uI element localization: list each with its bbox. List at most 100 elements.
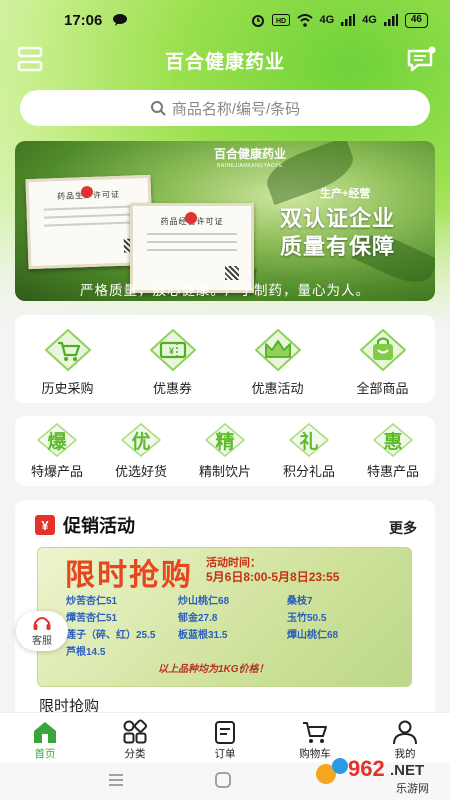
chat-notification-icon [113, 14, 128, 26]
customer-service-label: 客服 [32, 636, 52, 647]
quick-menu-label: 历史采购 [41, 381, 94, 396]
flash-time-value: 5月6日8:00-5月8日23:55 [206, 570, 340, 584]
flash-item: 桑枝7 [287, 596, 313, 607]
flash-item: 燀苦杏仁51 [66, 613, 118, 624]
qr-code-icon [225, 266, 239, 280]
category-label: 优选好货 [114, 464, 167, 479]
promo-section: ¥ 促销活动 更多 限时抢购 活动时间： 5月6日8:00-5月8日23:55 … [15, 500, 435, 730]
recent-apps-icon[interactable] [107, 771, 125, 789]
category-char: 礼 [299, 431, 319, 453]
quick-menu-activity[interactable]: 优惠活动 [225, 315, 330, 403]
category-badge: 礼 [288, 423, 330, 457]
search-icon [150, 101, 166, 116]
cart-icon [303, 722, 327, 743]
flash-item: 郁金27.8 [178, 613, 218, 624]
seal-icon [185, 212, 197, 224]
user-icon [393, 720, 417, 745]
tab-orders[interactable]: 订单 [180, 713, 270, 762]
flash-item: 莲子（碎、红）25.5 [66, 630, 156, 641]
battery-indicator: 46 [404, 12, 428, 28]
watermark-text-3: 乐游网 [396, 782, 429, 795]
flash-sale-title: 限时抢购 [65, 559, 193, 592]
signal-icon [341, 14, 356, 26]
cart-icon [44, 329, 91, 371]
category-discount[interactable]: 惠 特惠产品 [351, 416, 435, 486]
category-badge: 优 [120, 423, 162, 457]
flash-footnote: 以上品种均为1KG价格！ [158, 664, 269, 675]
svg-text:¥: ¥ [169, 346, 174, 356]
quick-menu-coupon[interactable]: ¥ 优惠券 [120, 315, 225, 403]
category-row: 爆 特爆产品 优 优选好货 精 精制饮片 礼 积分礼品 惠 特惠产品 [15, 416, 435, 486]
alarm-icon [251, 15, 264, 27]
banner-tag: 生产+经营 [320, 188, 371, 200]
tab-label: 订单 [214, 748, 236, 760]
watermark-text-1: 962 [348, 756, 385, 781]
home-button-icon[interactable] [214, 771, 232, 789]
tab-label: 首页 [34, 748, 56, 760]
banner-brand-sub: BAIHEJIANKANGYAOYE [217, 163, 283, 169]
crown-icon [254, 329, 301, 371]
page-title: 百合健康药业 [164, 51, 285, 73]
category-label: 特惠产品 [366, 464, 419, 479]
category-icon [123, 719, 148, 744]
flash-item: 炒山桃仁68 [178, 596, 230, 607]
quick-menu: 历史采购 ¥ 优惠券 优惠活动 全部商品 [15, 315, 435, 403]
search-bar[interactable]: 商品名称/编号/条码 [20, 90, 430, 126]
tab-home[interactable]: 首页 [0, 713, 90, 762]
flash-sale-card[interactable]: 限时抢购 活动时间： 5月6日8:00-5月8日23:55 炒苦杏仁51 炒山桃… [37, 547, 412, 687]
coupon-icon: ¥ [149, 329, 196, 371]
status-bar: 17:06 HD 4G 4G 46 [0, 0, 450, 40]
scan-icon[interactable] [16, 45, 44, 73]
category-label: 精制饮片 [198, 464, 251, 479]
more-link[interactable]: 更多 [389, 518, 417, 538]
wifi-icon [296, 13, 313, 27]
category-label: 特爆产品 [30, 464, 83, 479]
signal-2-icon [383, 14, 398, 26]
category-gifts[interactable]: 礼 积分礼品 [267, 416, 351, 486]
banner-headline-2: 质量有保障 [280, 234, 396, 259]
bag-icon [359, 329, 406, 371]
order-icon [215, 721, 235, 744]
banner-slogan: 严格质量，放心健康。严于制药，量心为人。 [80, 283, 370, 298]
category-selected[interactable]: 优 优选好货 [99, 416, 183, 486]
category-char: 惠 [383, 431, 403, 453]
flash-item: 板蓝根31.5 [178, 630, 228, 641]
tab-category[interactable]: 分类 [90, 713, 180, 762]
promo-title: 促销活动 [63, 516, 135, 536]
status-time: 17:06 [64, 11, 103, 29]
flash-item: 芦根14.5 [66, 647, 106, 658]
banner-brand: 百合健康药业 [213, 147, 286, 161]
site-watermark-logo: 962 .NET 乐游网 [316, 756, 429, 795]
category-refined[interactable]: 精 精制饮片 [183, 416, 267, 486]
flash-item: 炒苦杏仁51 [66, 596, 118, 607]
category-badge: 爆 [36, 423, 78, 457]
quick-menu-label: 优惠券 [152, 381, 192, 396]
promo-header: ¥ 促销活动 [35, 512, 135, 538]
category-badge: 精 [204, 423, 246, 457]
customer-service-button[interactable]: 客服 [16, 611, 68, 651]
category-hot[interactable]: 爆 特爆产品 [15, 416, 99, 486]
status-indicators: HD 4G 4G 46 [251, 12, 428, 28]
quick-menu-label: 优惠活动 [251, 381, 304, 396]
svg-text:HD: HD [275, 18, 285, 25]
quick-menu-history[interactable]: 历史采购 [15, 315, 120, 403]
headset-icon [33, 617, 51, 630]
home-icon [34, 722, 56, 743]
message-icon[interactable] [406, 45, 436, 73]
category-label: 积分礼品 [282, 464, 335, 479]
flash-item: 玉竹50.5 [287, 613, 327, 624]
hd-icon: HD [271, 14, 290, 26]
category-char: 优 [131, 431, 151, 453]
app-header: 百合健康药业 [0, 40, 450, 80]
yen-icon: ¥ [35, 515, 55, 535]
quick-menu-label: 全部商品 [356, 381, 409, 396]
category-char: 精 [215, 431, 235, 453]
category-badge: 惠 [372, 423, 414, 457]
signal-type: 4G [362, 14, 377, 26]
search-placeholder: 商品名称/编号/条码 [171, 100, 301, 118]
quick-menu-all-products[interactable]: 全部商品 [330, 315, 435, 403]
promo-banner[interactable]: 百合健康药业 BAIHEJIANKANGYAOYE 药品生产许可证 药品经营许可… [15, 141, 435, 301]
tab-label: 分类 [124, 748, 146, 760]
category-char: 爆 [47, 431, 67, 453]
network-type: 4G [319, 14, 335, 26]
